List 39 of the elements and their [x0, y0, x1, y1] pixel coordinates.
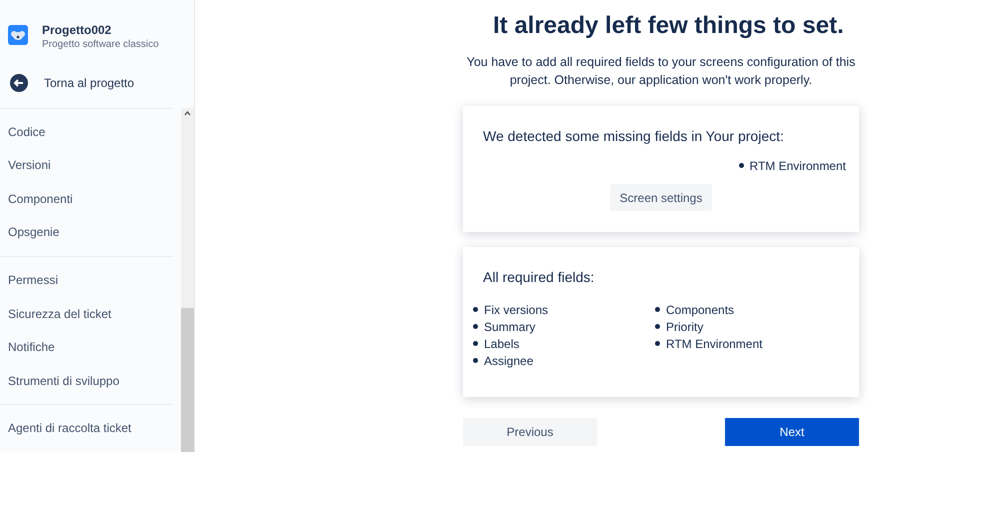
bullet-icon [473, 324, 478, 329]
field-name: RTM Environment [666, 336, 762, 352]
sidebar-item[interactable]: Codice [0, 115, 181, 149]
sidebar-item[interactable]: Strumenti di sviluppo [0, 364, 181, 398]
card-heading: We detected some missing fields in Your project: [483, 127, 785, 146]
sidebar-item[interactable]: Agenti di raccolta ticket [0, 411, 181, 445]
field-name: RTM Environment [750, 158, 846, 174]
sidebar-item[interactable]: Sicurezza del ticket [0, 296, 181, 330]
next-button[interactable]: Next [725, 418, 859, 446]
sidebar-item[interactable]: Componenti [0, 182, 181, 216]
scroll-thumb[interactable] [181, 308, 194, 452]
field-name: Assignee [484, 352, 534, 370]
field-name: Priority [666, 318, 704, 336]
page-title: It already left few things to set. [493, 11, 845, 41]
scroll-up-icon[interactable] [184, 111, 191, 116]
project-type: Progetto software classico [42, 38, 159, 52]
bullet-icon [473, 341, 478, 346]
bullet-icon [473, 358, 478, 363]
sidebar-item[interactable]: Notifiche [0, 330, 181, 364]
description: You have to add all required fields to your screens configuration of this project. Otherwise, our application won't work properly. [466, 54, 856, 89]
project-name: Progetto002 [42, 22, 112, 38]
field-name: Labels [484, 336, 520, 352]
sidebar-item[interactable]: Opsgenie [0, 216, 181, 250]
scrollbar[interactable] [181, 108, 194, 452]
bullet-icon [738, 163, 744, 168]
field-name: Fix versions [484, 302, 548, 318]
sidebar-item[interactable]: Versioni [0, 148, 181, 182]
previous-button[interactable]: Previous [463, 418, 597, 446]
bullet-icon [655, 307, 660, 312]
bullet-icon [655, 341, 660, 346]
card-heading: All required fields: [483, 268, 596, 287]
back-link[interactable]: Torna al progetto [0, 64, 194, 102]
field-name: Summary [484, 318, 536, 336]
sidebar-item[interactable]: Permessi [0, 263, 181, 297]
bullet-icon [655, 324, 660, 329]
field-name: Components [666, 302, 734, 318]
bullet-icon [473, 307, 478, 312]
screen-settings-button[interactable]: Screen settings [610, 184, 712, 211]
koala-icon [8, 25, 28, 45]
